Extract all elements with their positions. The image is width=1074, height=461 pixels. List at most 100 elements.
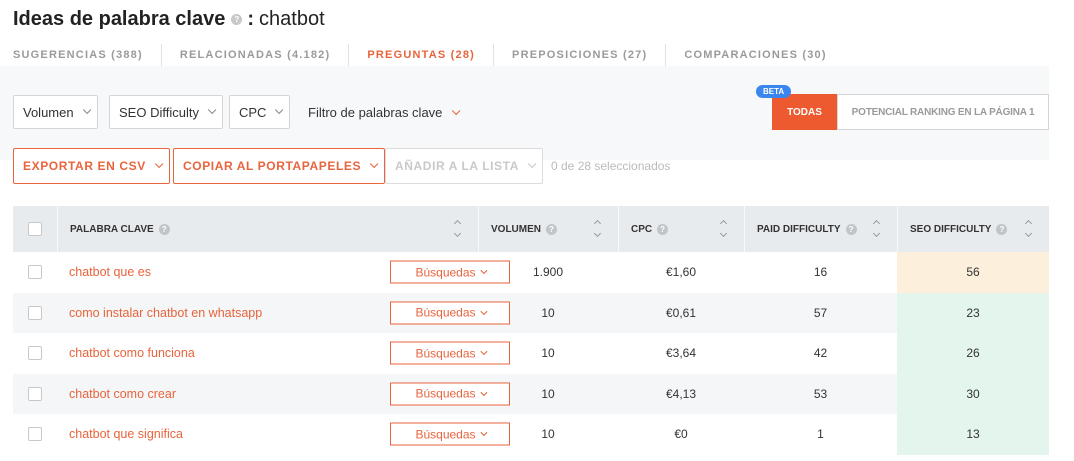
paid-difficulty-cell: 42 [813, 346, 828, 361]
cpc-cell: €4,13 [665, 386, 697, 401]
paid-difficulty-cell: 16 [813, 265, 828, 280]
keyword-cell: como instalar chatbot en whatsapp Búsque… [57, 293, 510, 334]
toggle-all-button[interactable]: TODAS [772, 94, 837, 130]
selection-count: 0 de 28 seleccionados [551, 159, 671, 173]
chevron-down-icon [154, 159, 164, 169]
sort-icon[interactable] [872, 218, 881, 240]
row-checkbox[interactable] [28, 305, 42, 320]
column-header-keyword-label: PALABRA CLAVE [70, 223, 154, 235]
page-title: Ideas de palabra clave ? : chatbot [13, 8, 325, 31]
help-icon[interactable]: ? [546, 223, 557, 235]
chevron-down-icon [275, 105, 284, 115]
cpc-cell: €1,60 [665, 265, 697, 280]
tab-suggestions[interactable]: SUGERENCIAS (388) [13, 44, 161, 66]
chevron-down-icon [479, 267, 487, 275]
seo-difficulty-cell: 23 [897, 292, 1049, 333]
searches-button[interactable]: Búsquedas [390, 301, 510, 325]
volume-filter-dropdown[interactable]: Volumen [13, 95, 98, 129]
help-icon[interactable]: ? [158, 223, 170, 235]
searches-button-label: Búsquedas [415, 305, 476, 320]
add-to-list-label: AÑADIR A LA LISTA [395, 159, 519, 173]
ranking-toggle: TODAS POTENCIAL RANKING EN LA PÁGINA 1 [772, 94, 1049, 130]
help-icon[interactable]: ? [657, 223, 669, 235]
seo-difficulty-cell: 56 [897, 252, 1049, 293]
help-icon[interactable]: ? [231, 14, 243, 25]
row-select-cell [13, 333, 57, 374]
seo-difficulty-cell: 30 [897, 373, 1049, 414]
seo-difficulty-filter-dropdown[interactable]: SEO Difficulty [109, 95, 223, 129]
chevron-down-icon [369, 159, 379, 169]
paid-difficulty-cell: 57 [813, 305, 828, 320]
searches-button-label: Búsquedas [415, 265, 476, 280]
seo-difficulty-filter-label: SEO Difficulty [119, 104, 199, 120]
searches-button-label: Búsquedas [415, 346, 476, 361]
searches-button-label: Búsquedas [415, 386, 476, 401]
sort-icon[interactable] [593, 218, 602, 240]
keyword-link[interactable]: chatbot que significa [69, 427, 183, 441]
column-header-seo-difficulty-label: SEO DIFFICULTY [910, 223, 992, 235]
searches-button[interactable]: Búsquedas [390, 422, 510, 446]
cpc-cell: €0,61 [665, 305, 697, 320]
chevron-down-icon [527, 159, 537, 169]
volume-filter-label: Volumen [23, 104, 74, 120]
row-checkbox[interactable] [28, 386, 42, 401]
keyword-link[interactable]: como instalar chatbot en whatsapp [69, 306, 262, 320]
keyword-cell: chatbot como crear Búsquedas [57, 374, 510, 415]
searches-button-label: Búsquedas [415, 427, 476, 442]
keyword-cell: chatbot que es Búsquedas [57, 252, 510, 293]
keyword-cell: chatbot como funciona Búsquedas [57, 333, 510, 374]
sort-icon[interactable] [719, 218, 728, 240]
beta-badge: BETA [756, 85, 792, 98]
column-header-paid-difficulty[interactable]: PAID DIFFICULTY ? [744, 206, 897, 252]
select-all-checkbox[interactable] [28, 222, 42, 236]
tab-prepositions[interactable]: PREPOSICIONES (27) [493, 44, 665, 66]
searches-button[interactable]: Búsquedas [390, 382, 510, 406]
help-icon[interactable]: ? [996, 223, 1008, 235]
row-checkbox[interactable] [28, 346, 42, 361]
table-row: chatbot como crear Búsquedas 10 €4,13 53… [13, 373, 1049, 415]
paid-difficulty-cell: 1 [817, 427, 824, 442]
table-row: chatbot que significa Búsquedas 10 €0 1 … [13, 414, 1049, 455]
column-header-paid-difficulty-label: PAID DIFFICULTY [757, 223, 841, 235]
column-header-volume[interactable]: VOLUMEN ? [478, 206, 618, 252]
tab-related[interactable]: RELACIONADAS (4.182) [160, 44, 349, 66]
sort-icon[interactable] [453, 218, 462, 240]
export-csv-button[interactable]: EXPORTAR EN CSV [13, 148, 170, 184]
cpc-filter-label: CPC [239, 104, 267, 120]
table-row: como instalar chatbot en whatsapp Búsque… [13, 292, 1049, 334]
chevron-down-icon [479, 348, 487, 356]
cpc-filter-dropdown[interactable]: CPC [229, 95, 291, 129]
keyword-link[interactable]: chatbot como funciona [69, 346, 195, 360]
keyword-filter-dropdown[interactable]: Filtro de palabras clave [308, 105, 461, 120]
tab-questions[interactable]: PREGUNTAS (28) [348, 44, 493, 66]
searches-button[interactable]: Búsquedas [390, 341, 510, 365]
keyword-cell: chatbot que significa Búsquedas [57, 414, 510, 455]
cpc-cell: €0 [674, 427, 688, 442]
help-icon[interactable]: ? [845, 223, 857, 235]
row-checkbox[interactable] [28, 265, 42, 280]
table-row: chatbot que es Búsquedas 1.900 €1,60 16 … [13, 252, 1049, 293]
header-select-cell [13, 206, 57, 252]
column-header-seo-difficulty[interactable]: SEO DIFFICULTY ? [897, 206, 1049, 252]
tab-comparisons[interactable]: COMPARACIONES (30) [665, 44, 844, 66]
seo-difficulty-cell: 26 [897, 333, 1049, 374]
column-header-cpc[interactable]: CPC ? [618, 206, 744, 252]
copy-clipboard-button[interactable]: COPIAR AL PORTAPAPELES [173, 148, 386, 184]
table-row: chatbot como funciona Búsquedas 10 €3,64… [13, 333, 1049, 374]
chevron-down-icon [479, 429, 487, 437]
keyword-link[interactable]: chatbot que es [69, 265, 151, 279]
paid-difficulty-cell: 53 [813, 386, 828, 401]
sort-icon[interactable] [1024, 218, 1033, 240]
keywords-table: PALABRA CLAVE ? VOLUMEN ? CPC ? PAID DIF… [13, 206, 1049, 455]
column-header-keyword[interactable]: PALABRA CLAVE ? [57, 206, 478, 252]
seed-keyword: chatbot [259, 8, 325, 30]
copy-clipboard-label: COPIAR AL PORTAPAPELES [183, 159, 362, 173]
row-select-cell [13, 293, 57, 334]
row-select-cell [13, 374, 57, 415]
row-select-cell [13, 252, 57, 293]
toggle-ranking-button[interactable]: POTENCIAL RANKING EN LA PÁGINA 1 [837, 94, 1049, 130]
searches-button[interactable]: Búsquedas [390, 260, 510, 284]
row-checkbox[interactable] [28, 427, 42, 442]
keyword-link[interactable]: chatbot como crear [69, 387, 176, 401]
add-to-list-button[interactable]: AÑADIR A LA LISTA [385, 148, 543, 184]
